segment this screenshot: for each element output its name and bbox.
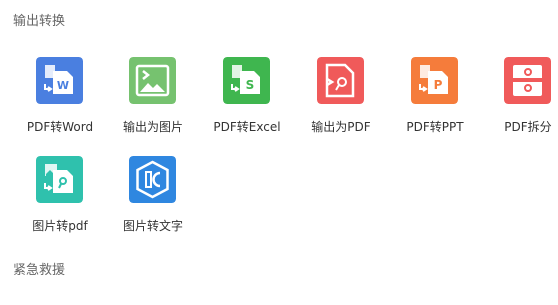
tool-label: 输出为PDF [311, 120, 371, 134]
tool-export-to-image[interactable]: 输出为图片 [103, 57, 203, 147]
tool-pdf-to-excel[interactable]: S PDF转Excel [197, 57, 297, 147]
tool-image-to-text[interactable]: 图片转文字 [103, 156, 203, 246]
pdf-to-word-icon: W [36, 57, 83, 104]
svg-text:S: S [246, 78, 255, 92]
pdf-split-icon [504, 57, 551, 104]
section-title-emergency-rescue: 紧急救援 [13, 263, 66, 278]
tool-label: PDF转Excel [213, 120, 281, 134]
tool-image-to-pdf[interactable]: 图片转pdf [10, 156, 110, 246]
export-to-pdf-icon [317, 57, 364, 104]
image-to-pdf-icon [36, 156, 83, 203]
pdf-to-excel-icon: S [223, 57, 270, 104]
section-title-output-conversion: 输出转换 [13, 14, 66, 29]
tool-label: 图片转文字 [122, 219, 183, 233]
tool-pdf-to-ppt[interactable]: P PDF转PPT [385, 57, 485, 147]
tool-pdf-to-word[interactable]: W PDF转Word [10, 57, 110, 147]
tool-export-to-pdf[interactable]: 输出为PDF [291, 57, 391, 147]
tool-label: PDF转Word [26, 120, 94, 134]
export-to-image-icon [129, 57, 176, 104]
tool-label: 输出为图片 [122, 120, 183, 134]
tool-pdf-split[interactable]: PDF拆分 [478, 57, 558, 147]
svg-text:W: W [57, 79, 69, 92]
image-to-text-icon [129, 156, 176, 203]
tool-label: 图片转pdf [32, 219, 88, 233]
tool-label: PDF转PPT [406, 120, 464, 134]
svg-text:P: P [434, 78, 443, 92]
tool-label: PDF拆分 [504, 120, 552, 134]
pdf-to-ppt-icon: P [411, 57, 458, 104]
